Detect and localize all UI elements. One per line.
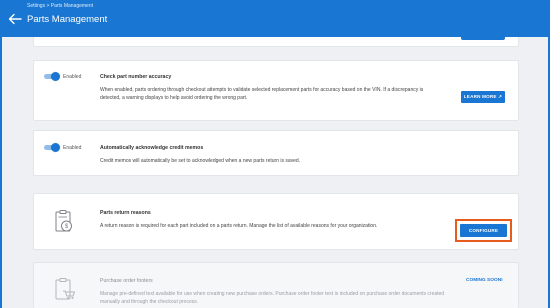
settings-card-partial [33,37,519,47]
configure-button[interactable]: CONFIGURE [460,224,507,237]
card-title: Automatically acknowledge credit memos [100,145,204,151]
card-description: When enabled, parts ordering through che… [100,87,424,101]
toggle-label: Enabled [63,74,82,80]
card-title: Purchase order footers [100,278,153,284]
frame-border-left [0,37,2,308]
app-header: Settings > Parts Management Parts Manage… [0,0,550,37]
back-arrow-icon[interactable] [8,13,22,25]
card-description: Credit memos will automatically be set t… [100,158,301,164]
clipboard-dollar-icon: $ [55,210,72,232]
settings-card-credit-memos [33,130,519,176]
card-title: Parts return reasons [100,210,151,216]
page-title: Parts Management [27,14,108,25]
credit-memo-toggle[interactable] [42,143,60,152]
partial-button[interactable] [461,37,505,40]
toggle-knob [51,143,60,152]
clipboard-cart-icon [55,278,76,300]
toggle-knob [51,72,60,81]
breadcrumb[interactable]: Settings > Parts Management [27,3,93,9]
card-title: Check part number accuracy [100,74,172,80]
coming-soon-badge: COMING SOON! [466,278,503,283]
card-description: Manage pre-defined text available for us… [100,291,445,305]
toggle-label: Enabled [63,145,82,151]
learn-more-button[interactable]: LEARN MORE ↗ [461,91,505,103]
part-accuracy-toggle[interactable] [42,72,60,81]
card-description: A return reason is required for each par… [100,223,378,229]
